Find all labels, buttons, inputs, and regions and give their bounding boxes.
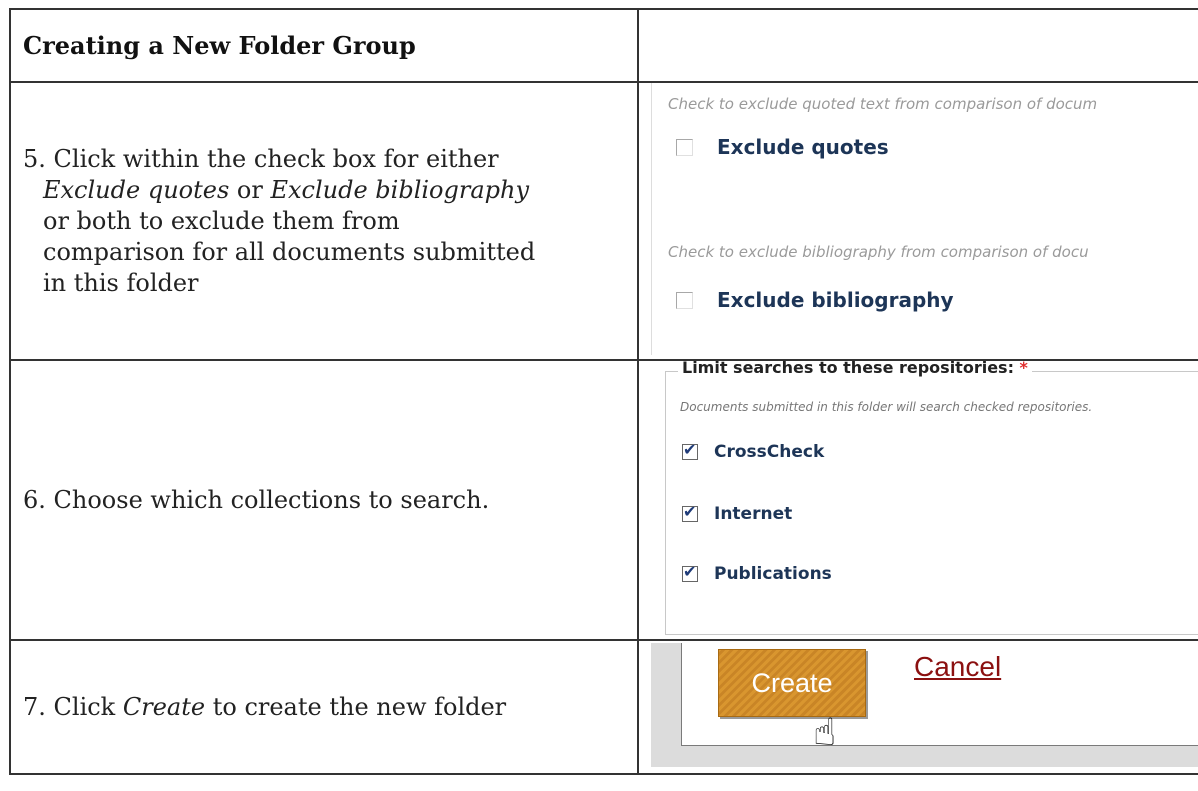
step-5-or: or — [236, 175, 263, 204]
step-7-screenshot-cell: Create Cancel ☝ — [637, 639, 1198, 775]
step-6-text-cell: 6. Choose which collections to search. — [9, 359, 639, 641]
required-marker: * — [1019, 360, 1028, 377]
header-cell: Creating a New Folder Group — [9, 8, 639, 83]
step-7-suffix: to create the new folder — [212, 692, 507, 721]
repository-internet[interactable]: Internet — [682, 502, 792, 524]
step-7-text-cell: 7. Click Create to create the new folder — [9, 639, 639, 775]
step-7-create-word: Create — [122, 692, 206, 721]
step-5-text-cell: 5. Click within the check box for either… — [9, 81, 639, 361]
section-title: Creating a New Folder Group — [23, 31, 416, 60]
header-row: Creating a New Folder Group — [9, 8, 1198, 83]
step-5-text: 5. Click within the check box for either… — [11, 144, 637, 299]
publications-checkbox[interactable] — [682, 562, 698, 582]
instruction-table: Creating a New Folder Group 5. Click wit… — [9, 8, 1198, 775]
exclude-bibliography-checkbox[interactable] — [676, 291, 693, 309]
repositories-screenshot: Limit searches to these repositories: * … — [651, 362, 1198, 635]
step-5-screenshot-cell: Check to exclude quoted text from compar… — [637, 81, 1198, 361]
cancel-link[interactable]: Cancel — [914, 651, 1001, 683]
crosscheck-label[interactable]: CrossCheck — [714, 442, 824, 462]
step-5-option-bibliography: Exclude bibliography — [270, 175, 530, 204]
step-7-prefix: 7. Click — [23, 692, 116, 721]
step-5-line-5: in this folder — [43, 268, 199, 297]
repositories-description: Documents submitted in this folder will … — [680, 400, 1093, 414]
step-6-row: 6. Choose which collections to search. L… — [9, 359, 1198, 641]
hand-pointer-icon: ☝ — [813, 710, 837, 754]
step-5-line-3: or both to exclude them from — [43, 206, 400, 235]
internet-checkbox[interactable] — [682, 502, 698, 522]
exclude-bibliography-hint: Check to exclude bibliography from compa… — [668, 243, 1089, 261]
create-buttons-screenshot: Create Cancel ☝ — [651, 643, 1198, 767]
step-5-row: 5. Click within the check box for either… — [9, 81, 1198, 361]
create-panel: Create Cancel — [681, 643, 1198, 746]
repositories-legend-text: Limit searches to these repositories: — [682, 360, 1014, 377]
repositories-fieldset: Limit searches to these repositories: * … — [665, 362, 1198, 635]
step-5-option-quotes: Exclude quotes — [43, 175, 230, 204]
step-7-row: 7. Click Create to create the new folder… — [9, 639, 1198, 775]
exclude-bibliography-label[interactable]: Exclude bibliography — [717, 288, 954, 312]
exclude-quotes-checkbox[interactable] — [676, 138, 693, 156]
step-5-prefix: 5. Click within the check box for either — [23, 144, 499, 173]
exclude-options-screenshot: Check to exclude quoted text from compar… — [651, 84, 1198, 355]
publications-label[interactable]: Publications — [714, 564, 832, 584]
step-7-text: 7. Click Create to create the new folder — [11, 692, 637, 723]
step-6-screenshot-cell: Limit searches to these repositories: * … — [637, 359, 1198, 641]
step-6-text: 6. Choose which collections to search. — [23, 485, 490, 514]
exclude-quotes-label[interactable]: Exclude quotes — [717, 135, 889, 159]
step-5-line-4: comparison for all documents submitted — [43, 237, 536, 266]
crosscheck-checkbox[interactable] — [682, 440, 698, 460]
exclude-bibliography-row[interactable]: Exclude bibliography — [676, 288, 954, 312]
internet-label[interactable]: Internet — [714, 504, 792, 524]
exclude-quotes-hint: Check to exclude quoted text from compar… — [668, 95, 1098, 113]
exclude-quotes-row[interactable]: Exclude quotes — [676, 135, 889, 159]
repository-crosscheck[interactable]: CrossCheck — [682, 440, 824, 462]
repository-publications[interactable]: Publications — [682, 562, 832, 584]
repositories-legend: Limit searches to these repositories: * — [678, 360, 1032, 377]
header-empty-cell — [637, 8, 1198, 83]
create-button[interactable]: Create — [718, 649, 866, 717]
